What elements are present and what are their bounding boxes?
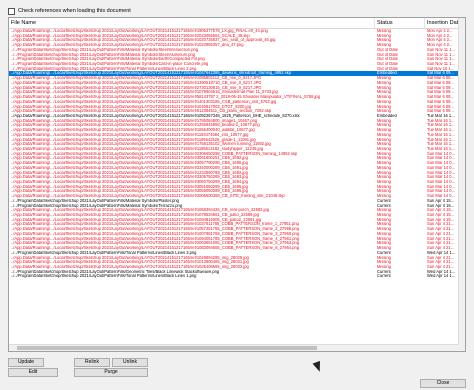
edit-button[interactable]: Edit (8, 368, 58, 377)
file-name-cell: ../../ProgramData/Sketchup/Sketchup 2021… (11, 274, 197, 279)
purge-button[interactable]: Purge (74, 368, 148, 377)
close-button[interactable]: Close (420, 379, 466, 388)
check-references-option[interactable]: Check references when loading this docum… (8, 6, 131, 16)
status-cell: Current (377, 274, 391, 279)
relink-button[interactable]: Relink (74, 358, 110, 367)
column-header-file-name[interactable]: File Name (9, 18, 375, 28)
mouse-cursor-icon (312, 360, 324, 374)
horizontal-scrollbar[interactable] (9, 344, 459, 351)
unlink-button[interactable]: Unlink (112, 358, 148, 367)
column-header-status[interactable]: Status (375, 18, 425, 28)
document-setup-references-window: Check references when loading this docum… (0, 0, 474, 390)
table-row[interactable]: ../../ProgramData/Sketchup/Sketchup 2021… (9, 274, 465, 279)
references-table: File Name Status Insertion Date ../App.D… (8, 17, 466, 352)
check-references-label: Check references when loading this docum… (18, 8, 131, 14)
table-body: ../App.Data/Roaming/.../Local/Sketchup/S… (9, 29, 465, 351)
table-header: File Name Status Insertion Date (9, 18, 465, 29)
horizontal-scroll-thumb[interactable] (17, 346, 317, 350)
update-button[interactable]: Update (8, 358, 44, 367)
vertical-scrollbar[interactable] (458, 18, 465, 351)
check-references-checkbox[interactable] (8, 7, 15, 15)
